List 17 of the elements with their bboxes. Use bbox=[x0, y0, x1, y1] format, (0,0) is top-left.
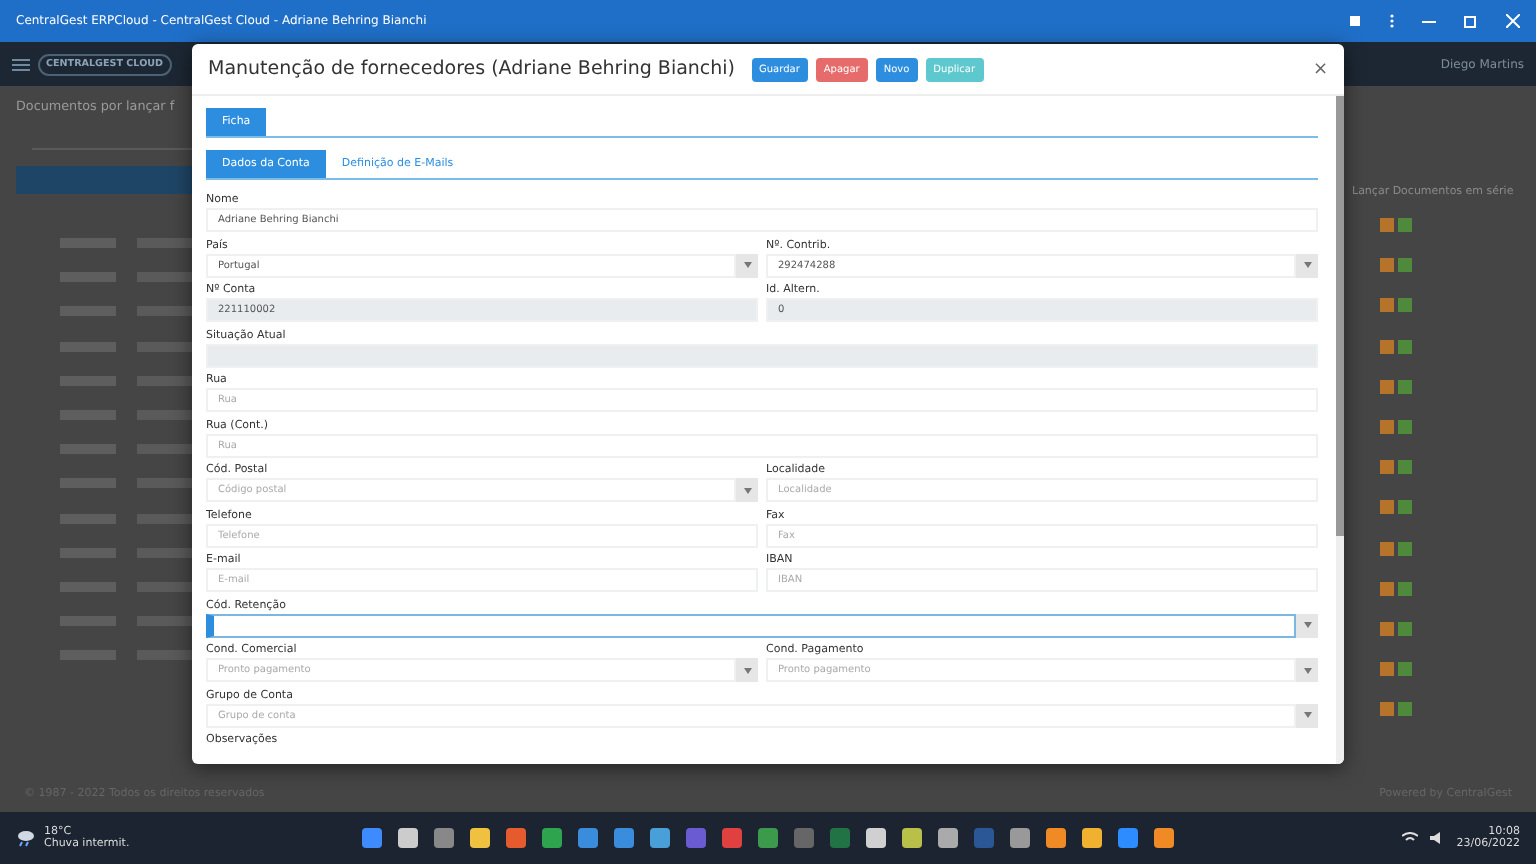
wifi-icon[interactable] bbox=[1402, 832, 1419, 844]
caret-icon[interactable] bbox=[736, 658, 758, 682]
caret-icon[interactable] bbox=[736, 253, 758, 277]
caret-icon[interactable] bbox=[1296, 658, 1318, 682]
caret-icon[interactable] bbox=[1296, 613, 1318, 637]
close-button[interactable]: × bbox=[1312, 59, 1328, 79]
cloud-rain-icon[interactable] bbox=[16, 828, 36, 848]
restore-icon[interactable] bbox=[1464, 14, 1478, 28]
dialog-title: Manutenção de fornecedores (Adriane Behring Bianchi) bbox=[208, 58, 736, 80]
select-field[interactable] bbox=[206, 613, 1296, 637]
speaker-icon[interactable] bbox=[1430, 832, 1445, 844]
caret-icon[interactable] bbox=[1296, 253, 1318, 277]
close-icon[interactable] bbox=[1506, 14, 1520, 28]
caret-icon[interactable] bbox=[736, 478, 758, 502]
caret-icon[interactable] bbox=[1296, 703, 1318, 727]
scrollbar[interactable] bbox=[1336, 96, 1344, 764]
menu-icon[interactable] bbox=[12, 57, 30, 71]
